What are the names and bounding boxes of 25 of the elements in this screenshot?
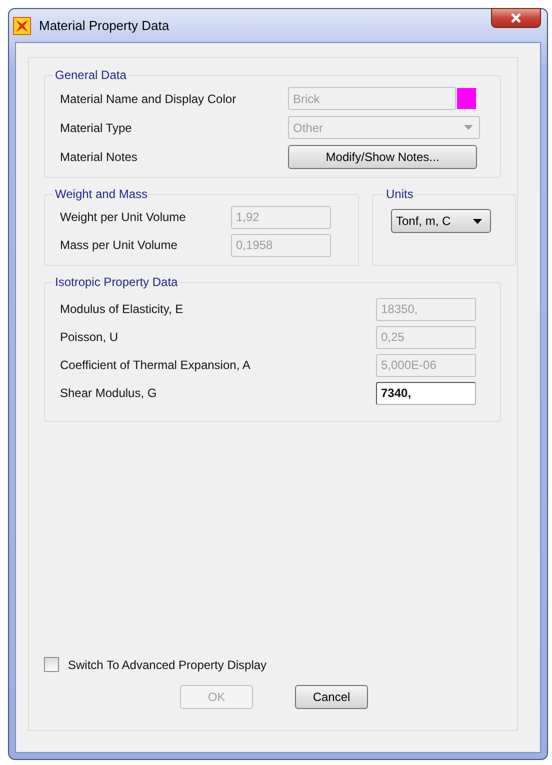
field-label: Modulus of Elasticity, E	[60, 302, 184, 316]
dialog-button[interactable]: Cancel	[295, 685, 368, 709]
field-label: Material Type	[60, 120, 133, 134]
checkbox-label: Switch To Advanced Property Display	[68, 658, 267, 672]
group-title: Weight and Mass	[54, 187, 148, 201]
checkbox[interactable]	[44, 657, 59, 672]
notes-button[interactable]: Modify/Show Notes...	[288, 144, 477, 168]
field-label: Shear Modulus, G	[60, 386, 158, 400]
field-label: Weight per Unit Volume	[60, 210, 187, 224]
units-dropdown[interactable]: Tonf, m, C	[391, 209, 491, 233]
window-title: Material Property Data	[39, 18, 170, 33]
caret-icon	[473, 218, 482, 224]
close-icon	[510, 13, 522, 23]
field-label: Mass per Unit Volume	[60, 238, 178, 252]
field-label: Material Notes	[60, 150, 138, 164]
close-button[interactable]	[491, 8, 541, 28]
group-title: Isotropic Property Data	[54, 275, 179, 289]
caret-icon	[464, 125, 473, 130]
field-label: Poisson, U	[60, 330, 120, 344]
group-title: Units	[385, 187, 414, 201]
app-icon	[13, 16, 31, 34]
field-label: Material Name and Display Color	[60, 92, 238, 106]
group-title: General Data	[54, 68, 128, 82]
field-label: Coefficient of Thermal Expansion, A	[60, 358, 252, 372]
text-field[interactable]: 7340,	[376, 382, 476, 404]
